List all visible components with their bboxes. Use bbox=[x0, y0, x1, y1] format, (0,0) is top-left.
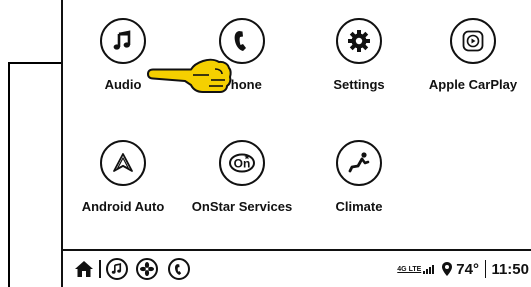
app-label-settings: Settings bbox=[333, 77, 385, 92]
app-label-climate: Climate bbox=[335, 199, 383, 214]
app-tile-settings[interactable]: Settings bbox=[300, 18, 418, 92]
app-tile-onstar-services[interactable]: On OnStar Services bbox=[183, 140, 301, 214]
fan-icon[interactable] bbox=[135, 258, 158, 280]
app-label-android-auto: Android Auto bbox=[81, 199, 165, 214]
app-tile-apple-carplay[interactable]: Apple CarPlay bbox=[414, 18, 531, 92]
network-indicator: 4G LTE bbox=[397, 265, 422, 273]
app-label-onstar-services: OnStar Services bbox=[191, 199, 293, 214]
music-note-icon[interactable] bbox=[105, 258, 128, 280]
leader-line-vertical bbox=[8, 62, 10, 287]
status-divider bbox=[99, 260, 101, 278]
phone-icon[interactable] bbox=[167, 258, 190, 280]
status-right: 4G LTE 74° 11:50 bbox=[397, 251, 529, 287]
status-bar: 4G LTE 74° 11:50 bbox=[63, 249, 531, 287]
app-label-apple-carplay: Apple CarPlay bbox=[428, 77, 518, 92]
temperature: 74° bbox=[456, 260, 479, 278]
android-auto-icon bbox=[100, 140, 146, 186]
app-tile-android-auto[interactable]: Android Auto bbox=[64, 140, 182, 214]
status-divider bbox=[484, 260, 487, 278]
location-pin-icon bbox=[442, 262, 453, 276]
home-icon[interactable] bbox=[74, 260, 94, 278]
app-tile-climate[interactable]: Climate bbox=[300, 140, 418, 214]
clock: 11:50 bbox=[491, 260, 529, 278]
carplay-icon bbox=[450, 18, 496, 64]
signal-bars-icon bbox=[423, 264, 435, 274]
app-grid: Audio Phone Settings Apple CarPlay Andro… bbox=[63, 18, 531, 248]
infotainment-screen: Audio Phone Settings Apple CarPlay Andro… bbox=[61, 0, 531, 287]
climate-seat-icon bbox=[336, 140, 382, 186]
gear-icon bbox=[336, 18, 382, 64]
pointing-hand-icon bbox=[147, 58, 232, 93]
music-note-icon bbox=[100, 18, 146, 64]
onstar-icon: On bbox=[219, 140, 265, 186]
leader-line-horizontal bbox=[8, 62, 63, 64]
